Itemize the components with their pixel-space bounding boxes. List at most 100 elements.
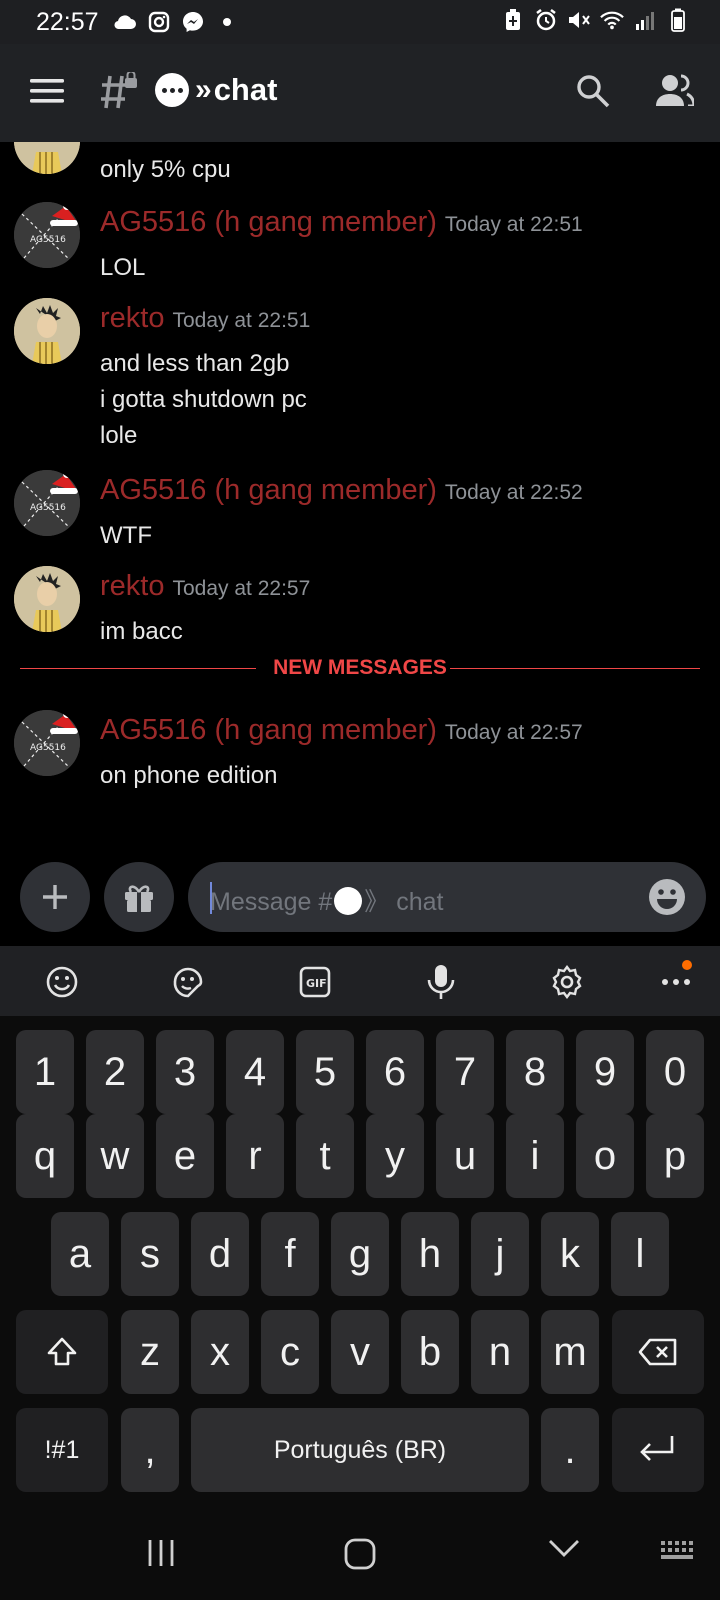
key-y[interactable]: y [366,1114,424,1198]
message-author[interactable]: AG5516 (h gang member) Today at 22:51 [100,206,583,239]
author-name[interactable]: AG5516 (h gang member) [100,474,437,506]
message-author[interactable]: rekto Today at 22:57 [100,570,310,603]
shift-key[interactable] [16,1310,108,1394]
notification-dot [682,960,692,970]
key-b[interactable]: b [401,1310,459,1394]
wifi-icon [600,8,624,32]
emoji-icon[interactable] [44,964,80,1000]
gif-icon[interactable]: GIF [297,964,333,1000]
key-k[interactable]: k [541,1212,599,1296]
message-input[interactable]: Message # 》 chat [188,862,706,932]
key-e[interactable]: e [156,1114,214,1198]
message-text: and less than 2gb [100,350,290,377]
key-z[interactable]: z [121,1310,179,1394]
recent-apps-icon[interactable] [146,1538,176,1568]
key-a[interactable]: a [51,1212,109,1296]
gif-label: GIF [306,977,327,990]
symbols-key[interactable]: !#1 [16,1408,108,1492]
key-8[interactable]: 8 [506,1030,564,1114]
message-author[interactable]: AG5516 (h gang member) Today at 22:57 [100,714,583,747]
menu-icon[interactable] [30,78,64,109]
key-p[interactable]: p [646,1114,704,1198]
key-0[interactable]: 0 [646,1030,704,1114]
key-h[interactable]: h [401,1212,459,1296]
message-list[interactable]: only 5% cpu AG5516 AG5516 (h gang member… [0,142,720,842]
key-u[interactable]: u [436,1114,494,1198]
navigation-bar [0,1516,720,1600]
key-d[interactable]: d [191,1212,249,1296]
key-t[interactable]: t [296,1114,354,1198]
keyboard-switch-icon[interactable] [660,1538,696,1564]
key-f[interactable]: f [261,1212,319,1296]
key-i[interactable]: i [506,1114,564,1198]
signal-icon [633,8,657,32]
key-m[interactable]: m [541,1310,599,1394]
author-name[interactable]: rekto [100,302,164,334]
key-1[interactable]: 1 [16,1030,74,1114]
search-icon[interactable] [576,74,610,113]
key-c[interactable]: c [261,1310,319,1394]
key-q[interactable]: q [16,1114,74,1198]
key-x[interactable]: x [191,1310,249,1394]
message-timestamp: Today at 22:57 [172,577,311,600]
enter-key[interactable] [612,1408,704,1492]
avatar[interactable] [14,142,80,174]
home-icon[interactable] [344,1538,376,1570]
comma-key[interactable]: , [121,1408,179,1492]
placeholder-suffix: 》 chat [364,888,444,916]
key-v[interactable]: v [331,1310,389,1394]
backspace-key[interactable] [612,1310,704,1394]
emoji-picker-icon[interactable] [648,878,686,921]
avatar[interactable]: AG5516 [14,202,80,268]
key-n[interactable]: n [471,1310,529,1394]
avatar[interactable] [14,298,80,364]
key-6[interactable]: 6 [366,1030,424,1114]
avatar[interactable]: AG5516 [14,470,80,536]
gift-button[interactable] [104,862,174,932]
message-author[interactable]: AG5516 (h gang member) Today at 22:52 [100,474,583,507]
avatar-text: AG5516 [30,743,66,753]
key-2[interactable]: 2 [86,1030,144,1114]
author-name[interactable]: rekto [100,570,164,602]
add-attachment-button[interactable] [20,862,90,932]
cloud-icon [113,10,137,34]
back-icon[interactable] [548,1538,580,1558]
message-text: LOL [100,254,146,281]
avatar[interactable] [14,566,80,632]
keyboard-toolbar: GIF [0,946,720,1016]
key-l[interactable]: l [611,1212,669,1296]
key-j[interactable]: j [471,1212,529,1296]
key-7[interactable]: 7 [436,1030,494,1114]
key-w[interactable]: w [86,1114,144,1198]
hash-lock-icon [100,70,138,117]
message-text: lole [100,422,138,449]
author-name[interactable]: AG5516 (h gang member) [100,714,437,746]
speech-bubble-icon [334,887,363,915]
message-text: on phone edition [100,762,278,789]
gift-icon [125,885,153,912]
avatar-text: AG5516 [30,235,66,245]
key-o[interactable]: o [576,1114,634,1198]
battery-saver-icon [501,8,525,32]
avatar[interactable]: AG5516 [14,710,80,776]
key-r[interactable]: r [226,1114,284,1198]
members-icon[interactable] [656,74,696,111]
enter-icon [640,1436,674,1461]
author-name[interactable]: AG5516 (h gang member) [100,206,437,238]
key-4[interactable]: 4 [226,1030,284,1114]
period-key[interactable]: . [541,1408,599,1492]
message-author[interactable]: rekto Today at 22:51 [100,302,310,335]
status-bar: 22:57 [0,0,720,44]
microphone-icon[interactable] [423,964,459,1000]
key-g[interactable]: g [331,1212,389,1296]
sticker-icon[interactable] [170,964,206,1000]
space-key[interactable]: Português (BR) [191,1408,529,1492]
key-3[interactable]: 3 [156,1030,214,1114]
key-5[interactable]: 5 [296,1030,354,1114]
input-placeholder: Message # 》 chat [210,882,444,918]
message-composer: Message # 》 chat [0,842,720,946]
message-text: only 5% cpu [100,156,231,183]
key-9[interactable]: 9 [576,1030,634,1114]
settings-icon[interactable] [549,964,585,1000]
key-s[interactable]: s [121,1212,179,1296]
